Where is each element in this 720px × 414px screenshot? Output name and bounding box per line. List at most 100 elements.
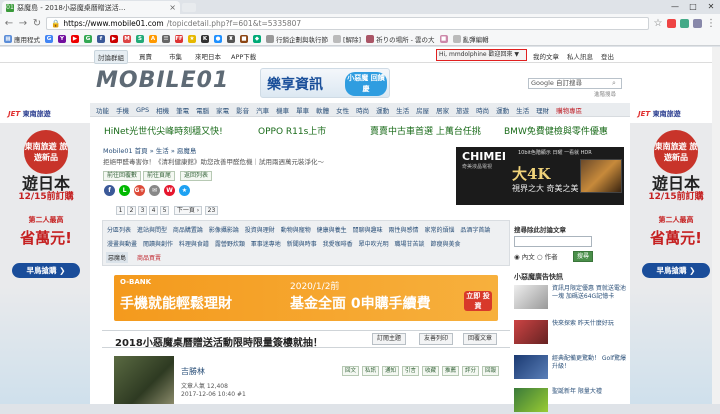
category-item[interactable]: 運動: [376, 105, 389, 115]
goto-replies-button[interactable]: 前往回覆數: [103, 171, 142, 181]
action-rate[interactable]: 評分: [462, 366, 480, 376]
forum-cat-item[interactable]: 兩性與感情: [389, 227, 419, 234]
url-input[interactable]: 🔒 https://www.mobile01.com/topicdetail.p…: [46, 16, 649, 30]
bookmark-marketing[interactable]: 行銷企劃與執行節: [266, 34, 328, 44]
action-quote[interactable]: 引言: [402, 366, 420, 376]
right-skyscraper-ad[interactable]: JET 東南旅遊 東南旅遊 旅遊新品 遊日本 12/15前訂購 第二人最高 省萬…: [630, 103, 720, 404]
minimize-icon[interactable]: —: [666, 0, 684, 14]
ad-cta-button[interactable]: 早鳥搶購 ❯: [12, 263, 80, 278]
bookmark-inorinobasho[interactable]: 祈りの場所 - 雲の大: [366, 34, 435, 44]
forum-cat-item[interactable]: 新聞與時事: [287, 241, 317, 248]
forum-cat-item[interactable]: 料理與食譜: [179, 241, 209, 248]
forum-cat-item[interactable]: 進站與問型: [137, 227, 167, 234]
forum-cat-item[interactable]: 眾中吹光明: [359, 241, 389, 248]
ad-cta-button[interactable]: 早鳥搶購 ❯: [642, 263, 710, 278]
facebook-share-icon[interactable]: f: [104, 185, 115, 196]
news-item[interactable]: 經典配備更驚動！ Golf驚爆升級！: [514, 353, 626, 381]
obank-banner-ad[interactable]: O-BANK 手機就能輕鬆理財 2020/1/2前 基金全面 0申購手續費 立即…: [114, 275, 498, 321]
category-item[interactable]: 單車: [296, 105, 309, 115]
print-button[interactable]: 友善列印: [419, 333, 454, 345]
star-bookmark-icon[interactable]: ☆: [653, 18, 663, 29]
page-5[interactable]: 5: [160, 206, 169, 215]
forum-cat-item[interactable]: 健康與養生: [317, 227, 347, 234]
category-item[interactable]: 手機: [116, 105, 129, 115]
bookmark-g2-icon[interactable]: G: [84, 34, 92, 43]
forum-cat-item[interactable]: 節瘦與美食: [430, 241, 460, 248]
category-item[interactable]: 女性: [336, 105, 349, 115]
action-reply[interactable]: 回文: [342, 366, 360, 376]
category-item[interactable]: 旅遊: [456, 105, 469, 115]
forum-cat-item[interactable]: 影像攝影論: [209, 227, 239, 234]
line-share-icon[interactable]: L: [119, 185, 130, 196]
back-to-list-button[interactable]: 返回列表: [180, 171, 213, 181]
favorite-share-icon[interactable]: ★: [179, 185, 190, 196]
category-item[interactable]: 居家: [436, 105, 449, 115]
page-last[interactable]: 23: [205, 206, 218, 215]
action-notify[interactable]: 通知: [382, 366, 400, 376]
bookmark-rook-icon[interactable]: ♜: [227, 34, 235, 43]
bookmark-s-icon[interactable]: S: [136, 34, 144, 43]
nav-trade[interactable]: 買賣: [136, 50, 155, 62]
text-ad-4[interactable]: BMW免費健檢與零件優惠: [504, 124, 608, 137]
news-item[interactable]: 快來探索 昨天什麼好玩: [514, 318, 626, 346]
site-logo[interactable]: MOBILE01: [96, 68, 229, 93]
nav-japan[interactable]: 來吧日本: [192, 50, 224, 62]
category-item[interactable]: 房屋: [416, 105, 429, 115]
text-ad-3[interactable]: 賣賣中古車首選 上萬台任挑: [370, 124, 481, 137]
post-author[interactable]: 吉勝林: [181, 366, 205, 377]
user-greeting-dropdown[interactable]: Hi, mmdolphine 歡迎回來 ▼: [436, 49, 527, 61]
left-skyscraper-ad[interactable]: JET 東南旅遊 東南旅遊 旅遊新品 遊日本 12/15前訂購 第二人最高 省萬…: [0, 103, 90, 404]
obank-cta-button[interactable]: 立即 投資: [464, 291, 492, 311]
page-2[interactable]: 2: [127, 206, 136, 215]
goto-footer-button[interactable]: 前往頁尾: [143, 171, 176, 181]
category-item[interactable]: 機車: [276, 105, 289, 115]
category-item[interactable]: GPS: [136, 106, 149, 114]
category-item[interactable]: 理財: [536, 105, 549, 115]
news-item[interactable]: 聖誕新年 限量大禮: [514, 386, 626, 414]
weibo-share-icon[interactable]: W: [164, 185, 175, 196]
category-item[interactable]: 汽車: [256, 105, 269, 115]
email-share-icon[interactable]: ✉: [149, 185, 160, 196]
breadcrumb[interactable]: Mobile01 首頁 » 生活 » 惡魔島: [103, 145, 196, 155]
bookmark-star-icon[interactable]: ★: [188, 34, 196, 43]
nav-market[interactable]: 市集: [166, 50, 185, 62]
news-item[interactable]: 資訊月限定優惠 買就送電池一塊 加碼送64G記憶卡: [514, 283, 626, 311]
bookmark-yahoo-icon[interactable]: Y: [58, 34, 66, 43]
text-ad-2[interactable]: OPPO R11s上市: [258, 124, 326, 137]
forward-arrow-icon[interactable]: →: [18, 18, 28, 29]
category-item[interactable]: 功能: [96, 105, 109, 115]
sidebar-search-input[interactable]: [514, 236, 592, 247]
next-page-button[interactable]: 下一頁 ›: [174, 206, 202, 215]
bookmark-k-icon[interactable]: K: [201, 34, 209, 43]
extension-red-icon[interactable]: [667, 18, 676, 28]
forum-cat-item[interactable]: 我愛咖啡香: [323, 241, 353, 248]
bookmark-amazon-icon[interactable]: A: [149, 34, 157, 43]
text-ad-1[interactable]: HiNet光世代尖峰時刻穩又快!: [104, 124, 223, 137]
reply-button[interactable]: 回覆文章: [463, 333, 498, 345]
radio-content[interactable]: ◉ 內文: [514, 253, 535, 261]
extension-green-icon[interactable]: [680, 18, 689, 28]
nav-logout[interactable]: 登出: [598, 50, 617, 62]
category-item[interactable]: 生活: [516, 105, 529, 115]
advanced-search-link[interactable]: 進階搜尋: [594, 90, 616, 98]
bookmark-apps[interactable]: ▦ 應用程式: [4, 34, 40, 44]
bookmark-square2-icon[interactable]: ■: [439, 34, 448, 43]
googleplus-share-icon[interactable]: G+: [134, 185, 145, 196]
category-item[interactable]: 影音: [236, 105, 249, 115]
forum-cat-item[interactable]: 閱讀與創作: [143, 241, 173, 248]
forum-cat-item[interactable]: 漫畫與動畫: [107, 241, 137, 248]
back-arrow-icon[interactable]: ←: [4, 18, 14, 29]
page-scrollbar[interactable]: [712, 47, 720, 404]
new-tab-button[interactable]: [182, 3, 196, 12]
action-recommend[interactable]: 推薦: [442, 366, 460, 376]
author-avatar[interactable]: [114, 356, 174, 404]
action-report[interactable]: 回報: [482, 366, 500, 376]
forum-cat-item[interactable]: 動物與寵物: [281, 227, 311, 234]
reload-icon[interactable]: ↻: [32, 18, 42, 29]
page-4[interactable]: 4: [149, 206, 158, 215]
forum-cat-item[interactable]: 閒聊與趣味: [353, 227, 383, 234]
forum-cat-item[interactable]: 品酒字首論: [460, 227, 490, 234]
nav-forum[interactable]: 討論群組: [94, 50, 128, 64]
close-window-icon[interactable]: ✕: [702, 0, 720, 14]
forum-cat-item[interactable]: 職場甘苦談: [395, 241, 425, 248]
